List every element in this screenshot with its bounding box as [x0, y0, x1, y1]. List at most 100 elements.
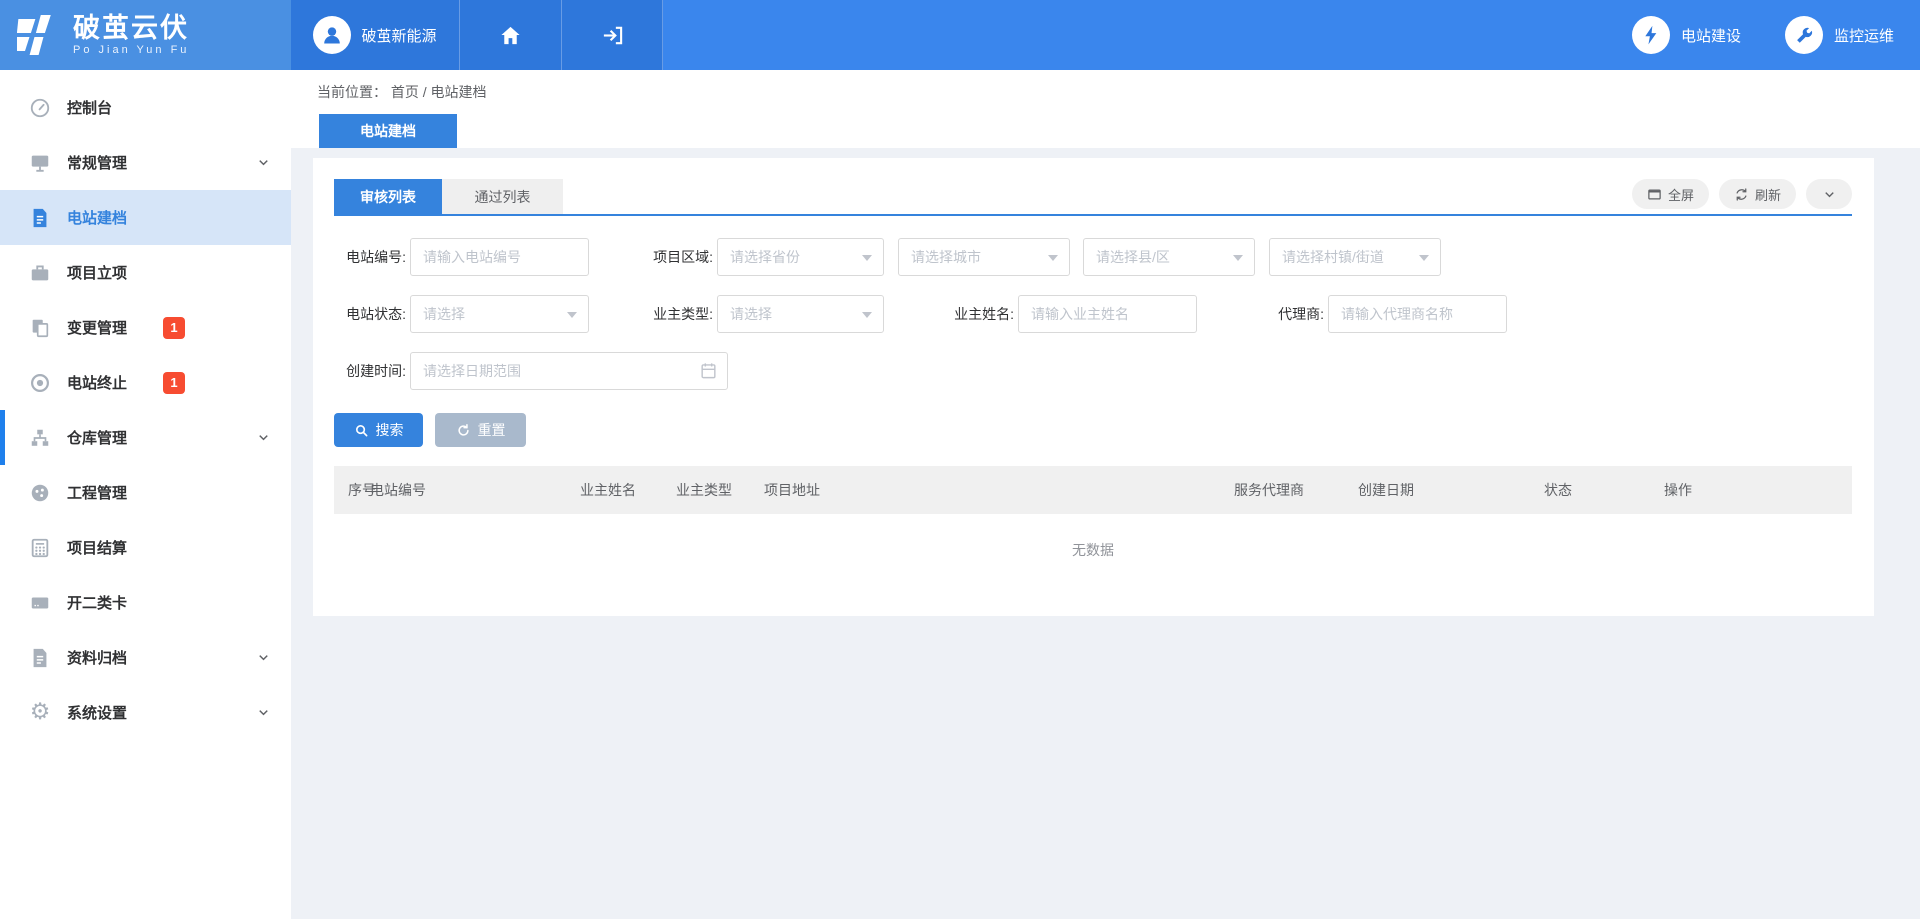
sidebar-item-system-settings[interactable]: ⚙ 系统设置 — [0, 685, 291, 740]
province-placeholder: 请选择省份 — [730, 247, 800, 267]
user-icon — [320, 23, 344, 47]
logout-button[interactable] — [562, 0, 663, 70]
sidebar-item-project-settlement[interactable]: 项目结算 — [0, 520, 291, 575]
col-service-agent: 服务代理商 — [1234, 480, 1358, 500]
col-seq: 序号 — [334, 480, 370, 500]
station-code-input[interactable] — [410, 238, 589, 276]
township-select[interactable]: 请选择村镇/街道 — [1269, 238, 1441, 276]
brand-title: 破茧云伏 — [73, 14, 189, 42]
breadcrumb: 当前位置： 首页 / 电站建档 — [291, 70, 1920, 114]
caret-down-icon — [1048, 255, 1058, 261]
sidebar-item-label: 控制台 — [67, 97, 112, 118]
breadcrumb-prefix: 当前位置： — [317, 82, 387, 102]
sidebar-item-label: 项目立项 — [67, 262, 127, 283]
col-create-date: 创建日期 — [1358, 480, 1544, 500]
fullscreen-label: 全屏 — [1668, 185, 1694, 204]
sidebar-item-open-card[interactable]: 开二类卡 — [0, 575, 291, 630]
collapse-toolbar-button[interactable] — [1806, 179, 1852, 209]
change-mgmt-badge: 1 — [163, 317, 185, 339]
tab-review-list[interactable]: 审核列表 — [334, 179, 442, 214]
nav-monitor-ops-label: 监控运维 — [1834, 25, 1894, 46]
nav-station-build[interactable]: 电站建设 — [1632, 16, 1741, 54]
date-range-input[interactable] — [410, 352, 728, 390]
panel-tabs: 审核列表 通过列表 全屏 — [334, 179, 1852, 216]
county-select[interactable]: 请选择县/区 — [1083, 238, 1255, 276]
col-owner-type: 业主类型 — [676, 480, 764, 500]
avatar — [313, 16, 351, 54]
sidebar: 控制台 常规管理 电站建档 — [0, 70, 291, 919]
document-icon — [28, 206, 52, 230]
search-button[interactable]: 搜索 — [334, 413, 423, 447]
search-icon — [354, 423, 369, 438]
sidebar-item-engineering-mgmt[interactable]: 工程管理 — [0, 465, 291, 520]
station-status-placeholder: 请选择 — [423, 304, 465, 324]
caret-down-icon — [862, 255, 872, 261]
monitor-icon — [28, 151, 52, 175]
search-label: 搜索 — [376, 420, 404, 440]
station-code-label: 电站编号: — [334, 247, 406, 267]
reset-button[interactable]: 重置 — [435, 413, 526, 447]
sidebar-item-label: 常规管理 — [67, 152, 127, 173]
page-content: 审核列表 通过列表 全屏 — [291, 148, 1920, 919]
caret-down-icon — [862, 312, 872, 318]
card-icon — [28, 591, 52, 615]
city-select[interactable]: 请选择城市 — [898, 238, 1070, 276]
col-station-code: 电站编号 — [370, 480, 580, 500]
col-owner-name: 业主姓名 — [580, 480, 676, 500]
owner-type-placeholder: 请选择 — [730, 304, 772, 324]
station-archive-panel: 审核列表 通过列表 全屏 — [313, 158, 1874, 616]
filter-form: 电站编号: 项目区域: 请选择省份 请选择城市 请选择县/区 — [334, 238, 1852, 390]
sidebar-item-label: 资料归档 — [67, 647, 127, 668]
caret-down-icon — [567, 312, 577, 318]
user-name: 破茧新能源 — [361, 25, 436, 46]
col-status: 状态 — [1544, 480, 1664, 500]
filter-row-2: 电站状态: 请选择 业主类型: 请选择 业主姓名: 代理商: — [334, 295, 1852, 333]
gauge-icon — [28, 96, 52, 120]
owner-type-select[interactable]: 请选择 — [717, 295, 884, 333]
province-select[interactable]: 请选择省份 — [717, 238, 884, 276]
sidebar-item-project-initiation[interactable]: 项目立项 — [0, 245, 291, 300]
sidebar-item-console[interactable]: 控制台 — [0, 80, 291, 135]
sidebar-item-label: 变更管理 — [67, 317, 127, 338]
panel-tools: 全屏 刷新 — [1632, 179, 1852, 214]
col-actions: 操作 — [1664, 480, 1852, 500]
main-area: 当前位置： 首页 / 电站建档 电站建档 审核列表 通过列表 全屏 — [291, 70, 1920, 919]
home-button[interactable] — [460, 0, 562, 70]
header-nav: 破茧新能源 — [291, 0, 663, 70]
sidebar-item-change-mgmt[interactable]: 变更管理 1 — [0, 300, 291, 355]
agent-input[interactable] — [1328, 295, 1507, 333]
refresh-button[interactable]: 刷新 — [1719, 179, 1796, 209]
page-tab-station-archive[interactable]: 电站建档 — [319, 114, 457, 148]
station-termination-badge: 1 — [163, 372, 185, 394]
archive-icon — [28, 646, 52, 670]
create-time-label: 创建时间: — [334, 361, 406, 381]
sidebar-item-station-termination[interactable]: 电站终止 1 — [0, 355, 291, 410]
breadcrumb-path[interactable]: 首页 / 电站建档 — [391, 82, 487, 102]
header-right: 电站建设 监控运维 — [663, 0, 1920, 70]
owner-name-label: 业主姓名: — [942, 304, 1014, 324]
sidebar-item-label: 系统设置 — [67, 702, 127, 723]
sidebar-item-data-archive[interactable]: 资料归档 — [0, 630, 291, 685]
sitemap-icon — [28, 426, 52, 450]
sidebar-item-label: 仓库管理 — [67, 427, 127, 448]
target-icon — [28, 371, 52, 395]
page-tabstrip: 电站建档 — [291, 114, 1920, 148]
sidebar-item-warehouse-mgmt[interactable]: 仓库管理 — [0, 410, 291, 465]
briefcase-icon — [28, 261, 52, 285]
filter-row-1: 电站编号: 项目区域: 请选择省份 请选择城市 请选择县/区 — [334, 238, 1852, 276]
chevron-down-icon — [256, 155, 271, 170]
owner-name-input[interactable] — [1018, 295, 1197, 333]
refresh-icon — [1734, 187, 1749, 202]
nav-monitor-ops[interactable]: 监控运维 — [1785, 16, 1894, 54]
fullscreen-button[interactable]: 全屏 — [1632, 179, 1709, 209]
sidebar-item-label: 开二类卡 — [67, 592, 127, 613]
tab-passed-list[interactable]: 通过列表 — [442, 179, 563, 214]
station-status-select[interactable]: 请选择 — [410, 295, 589, 333]
brand-logo: 破茧云伏 Po Jian Yun Fu — [0, 0, 291, 70]
user-menu[interactable]: 破茧新能源 — [291, 0, 460, 70]
sidebar-item-station-archive[interactable]: 电站建档 — [0, 190, 291, 245]
agent-label: 代理商: — [1252, 304, 1324, 324]
table-header: 序号 电站编号 业主姓名 业主类型 项目地址 服务代理商 创建日期 状态 操作 — [334, 466, 1852, 514]
sidebar-item-general-mgmt[interactable]: 常规管理 — [0, 135, 291, 190]
sidebar-scroll-indicator — [0, 410, 5, 465]
